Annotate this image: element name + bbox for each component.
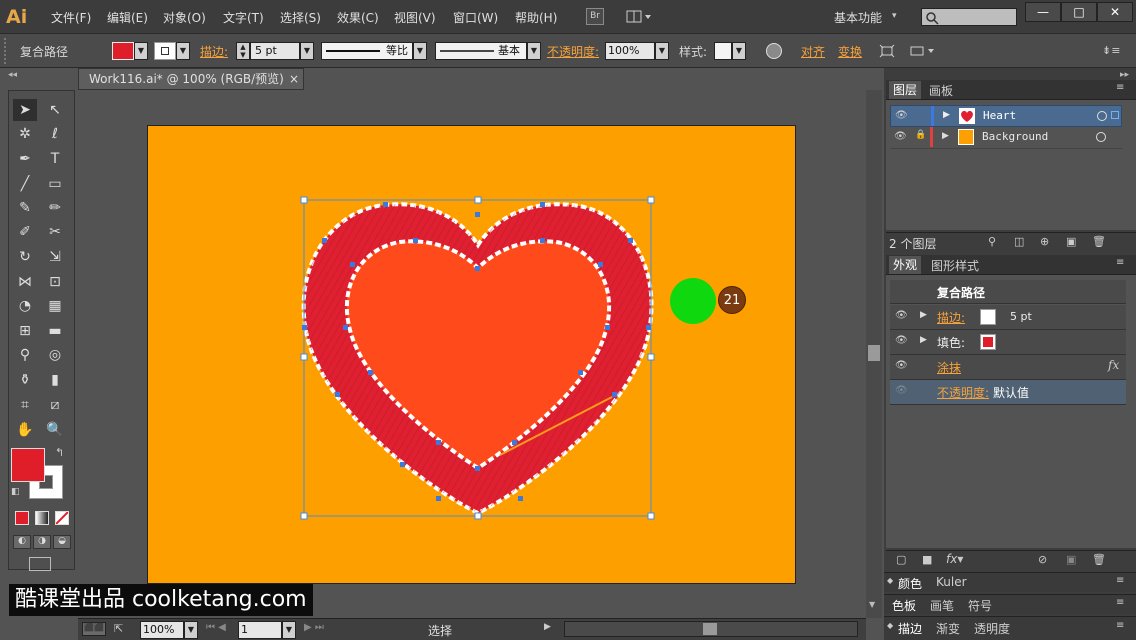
visibility-eye-icon[interactable]: 👁 [895,360,908,371]
tab-kuler[interactable]: Kuler [936,575,967,589]
tab-brushes[interactable]: 画笔 [930,597,954,614]
color-panel-collapsed[interactable]: ◆ 颜色 Kuler ≡ [884,572,1136,592]
visibility-eye-icon[interactable]: 👁 [895,110,908,121]
artboard-number-field[interactable]: 1 [238,621,282,639]
scribble-effect-link[interactable]: 涂抹 [937,359,961,376]
new-layer-icon[interactable]: ▣ [1066,235,1076,248]
add-fill-icon[interactable]: ■ [922,553,932,566]
layer-row-heart[interactable]: 👁 ▶ Heart [890,105,1122,127]
opacity-value: 默认值 [993,386,1030,400]
layer-count: 2 个图层 [889,237,937,251]
vertical-scrollbar[interactable]: ▼ [866,90,882,618]
fill-color-box[interactable] [11,448,45,482]
appearance-title: 复合路径 [937,286,986,300]
share-icon[interactable]: ⇱ [114,622,123,635]
layers-panel-header: 图层 画板 ≡ [886,80,1136,100]
tab-gradient[interactable]: 渐变 [936,620,960,637]
panel-menu-icon[interactable]: ≡ [1116,575,1124,586]
appearance-row-stroke[interactable]: 👁 ▶ 描边: 5 pt [890,305,1126,330]
first-artboard-icon[interactable]: ⏮ ◀ [206,622,226,633]
chevron-down-icon[interactable]: ▼ [184,621,198,639]
opacity-label[interactable]: 不透明度: [937,384,989,401]
layer-color-bar [931,106,934,126]
tab-artboards[interactable]: 画板 [929,82,953,99]
document-info-icon[interactable]: ⬛⬛ [82,622,106,636]
appearance-panel-header: 外观 图形样式 ≡ [886,255,1136,275]
layer-name[interactable]: Heart [983,109,1016,122]
layer-name[interactable]: Background [982,130,1048,143]
add-stroke-icon[interactable]: ▢ [896,553,906,566]
appearance-row-scribble[interactable]: 👁 涂抹 fx [890,355,1126,380]
clipping-mask-icon[interactable]: ◫ [1014,235,1024,248]
fill-swatch[interactable] [980,334,996,350]
watermark: 酷课堂出品 coolketang.com [9,584,313,616]
horizontal-scrollbar[interactable] [564,621,858,637]
stroke-weight-value: 5 pt [1010,310,1032,323]
current-tool-status: 选择 [428,624,453,638]
chevron-down-icon[interactable]: ▼ [282,621,296,639]
appearance-row-fill[interactable]: 👁 ▶ 填色: [890,330,1126,355]
panel-toggle-icon[interactable]: ◆ [887,576,893,585]
visibility-eye-icon[interactable]: 👁 [895,310,908,321]
layer-color-bar [930,127,933,147]
tab-symbols[interactable]: 符号 [968,597,992,614]
expand-arrow-icon[interactable]: ▶ [920,310,927,320]
fx-icon: fx [1108,358,1120,372]
appearance-panel-footer: ▢ ■ fx▾ ⊘ ▣ 🗑 [886,550,1136,570]
panel-toggle-icon[interactable]: ◆ [887,621,893,630]
scroll-down-icon[interactable]: ▼ [869,600,875,609]
trash-icon[interactable]: 🗑 [1092,235,1106,248]
panel-menu-icon[interactable]: ≡ [1116,257,1124,268]
tab-swatches[interactable]: 色板 [892,597,916,614]
clear-appearance-icon[interactable]: ⊘ [1038,553,1047,566]
panel-menu-icon[interactable]: ≡ [1116,82,1124,93]
new-sublayer-icon[interactable]: ⊕ [1040,235,1049,248]
tab-graphic-styles[interactable]: 图形样式 [931,257,979,274]
target-icon[interactable] [1097,111,1107,121]
layer-thumbnail [959,108,975,124]
tab-layers[interactable]: 图层 [889,81,922,99]
swatches-panel-collapsed[interactable]: 色板 画笔 符号 ≡ [884,594,1136,614]
layer-thumbnail [958,129,974,145]
tab-stroke[interactable]: 描边 [898,620,922,637]
fill-label: 填色: [937,336,966,350]
panel-menu-icon[interactable]: ≡ [1116,597,1124,608]
stroke-panel-collapsed[interactable]: ◆ 描边 渐变 透明度 ≡ [884,616,1136,640]
visibility-eye-icon[interactable]: 👁 [895,335,908,346]
locate-object-icon[interactable]: ⚲ [988,235,996,248]
trash-icon[interactable]: 🗑 [1092,553,1106,566]
visibility-eye-icon[interactable]: 👁 [895,385,908,396]
add-effect-icon[interactable]: fx▾ [946,552,963,566]
expand-arrow-icon[interactable]: ▶ [942,131,949,141]
selection-indicator[interactable] [1111,111,1119,119]
expand-arrow-icon[interactable]: ▶ [920,335,927,345]
status-bar: ⬛⬛ ⇱ 100% ▼ ⏮ ◀ 1 ▼ ▶ ⏭ 选择 ▶ [78,618,866,640]
expand-arrow-icon[interactable]: ▶ [943,110,950,120]
scroll-thumb[interactable] [868,345,880,361]
collapse-panel-icon[interactable]: ▸▸ [1120,70,1129,80]
duplicate-item-icon[interactable]: ▣ [1066,553,1076,566]
target-icon[interactable] [1096,132,1106,142]
zoom-field[interactable]: 100% [140,621,184,639]
visibility-eye-icon[interactable]: 👁 [894,131,907,142]
panel-menu-icon[interactable]: ≡ [1116,620,1124,631]
layer-row-background[interactable]: 👁 🔒 ▶ Background [890,127,1122,149]
tab-color[interactable]: 颜色 [898,575,922,592]
lock-icon[interactable]: 🔒 [915,130,926,140]
tab-transparency[interactable]: 透明度 [974,620,1010,637]
stroke-label[interactable]: 描边: [937,309,965,326]
tab-appearance[interactable]: 外观 [889,256,922,274]
step-badge: 21 [718,286,746,314]
status-menu-arrow-icon[interactable]: ▶ [544,622,551,632]
scroll-thumb[interactable] [703,623,717,635]
appearance-title-row: 复合路径 [890,280,1126,304]
appearance-row-opacity[interactable]: 👁 不透明度: 默认值 [890,380,1126,405]
last-artboard-icon[interactable]: ▶ ⏭ [304,622,324,633]
click-marker [670,278,716,324]
stroke-swatch[interactable] [980,309,996,325]
layers-panel-footer: 2 个图层 ⚲ ◫ ⊕ ▣ 🗑 [886,232,1136,252]
